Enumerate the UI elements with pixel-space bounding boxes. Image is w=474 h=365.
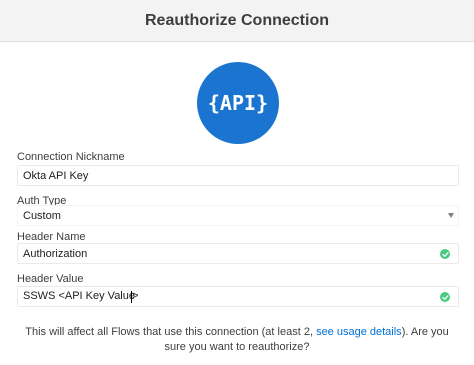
header-name-value: Authorization	[23, 247, 88, 260]
nickname-value: Okta API Key	[23, 169, 89, 182]
warning-text-before: This will affect all Flows that use this…	[25, 326, 317, 338]
header-value-text-before-cursor: SSWS <API Key Value	[23, 290, 135, 303]
header-value-label: Header Value	[17, 273, 84, 285]
check-circle-icon	[440, 292, 450, 302]
nickname-input[interactable]: Okta API Key	[17, 165, 459, 186]
chevron-down-icon[interactable]	[448, 213, 454, 218]
header-value-input[interactable]: SSWS <API Key Value>	[17, 286, 459, 307]
auth-type-value: Custom	[23, 209, 61, 222]
nickname-label: Connection Nickname	[17, 151, 125, 163]
checkmark-icon	[441, 294, 449, 300]
header-value-text-after-cursor: >	[132, 290, 139, 303]
header-value-value: SSWS <API Key Value>	[23, 290, 458, 303]
checkmark-icon	[441, 251, 449, 257]
see-usage-details-link[interactable]: see usage details	[316, 326, 402, 338]
reauthorize-warning: This will affect all Flows that use this…	[20, 325, 454, 355]
check-circle-icon	[440, 249, 450, 259]
auth-type-select[interactable]: Custom	[17, 205, 459, 226]
api-logo-text: {API}	[207, 91, 269, 115]
header-name-input[interactable]: Authorization	[17, 243, 459, 264]
dialog-title: Reauthorize Connection	[144, 11, 329, 29]
api-logo-icon: {API}	[197, 62, 279, 144]
header-name-label: Header Name	[17, 231, 86, 243]
dialog-header: Reauthorize Connection	[0, 0, 474, 42]
